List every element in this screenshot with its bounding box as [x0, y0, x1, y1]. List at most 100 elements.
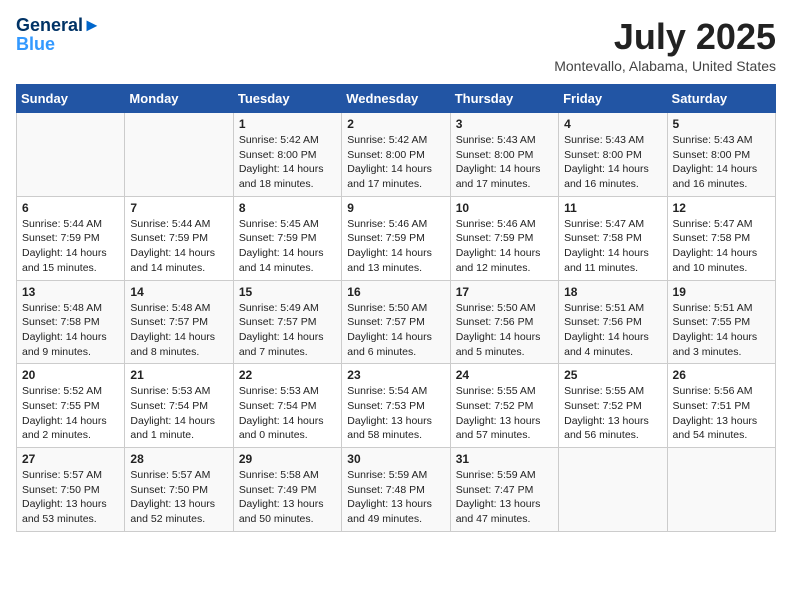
day-info: Daylight: 14 hours and 18 minutes. — [239, 162, 336, 191]
day-number: 5 — [673, 117, 770, 131]
day-number: 14 — [130, 285, 227, 299]
day-number: 24 — [456, 368, 553, 382]
week-row-4: 20Sunrise: 5:52 AMSunset: 7:55 PMDayligh… — [17, 364, 776, 448]
day-info: Daylight: 14 hours and 14 minutes. — [130, 246, 227, 275]
day-header-wednesday: Wednesday — [342, 85, 450, 113]
calendar-cell: 24Sunrise: 5:55 AMSunset: 7:52 PMDayligh… — [450, 364, 558, 448]
calendar-cell: 18Sunrise: 5:51 AMSunset: 7:56 PMDayligh… — [559, 280, 667, 364]
day-number: 2 — [347, 117, 444, 131]
day-info: Daylight: 13 hours and 54 minutes. — [673, 414, 770, 443]
day-info: Sunrise: 5:57 AM — [130, 468, 227, 483]
day-info: Sunrise: 5:42 AM — [239, 133, 336, 148]
day-info: Sunset: 7:49 PM — [239, 483, 336, 498]
day-number: 13 — [22, 285, 119, 299]
day-info: Sunrise: 5:59 AM — [456, 468, 553, 483]
day-number: 9 — [347, 201, 444, 215]
day-info: Daylight: 14 hours and 7 minutes. — [239, 330, 336, 359]
day-info: Sunset: 7:59 PM — [347, 231, 444, 246]
day-info: Daylight: 13 hours and 52 minutes. — [130, 497, 227, 526]
day-info: Sunset: 8:00 PM — [456, 148, 553, 163]
calendar-cell: 9Sunrise: 5:46 AMSunset: 7:59 PMDaylight… — [342, 196, 450, 280]
day-number: 30 — [347, 452, 444, 466]
calendar-cell: 27Sunrise: 5:57 AMSunset: 7:50 PMDayligh… — [17, 448, 125, 532]
calendar-cell: 16Sunrise: 5:50 AMSunset: 7:57 PMDayligh… — [342, 280, 450, 364]
day-info: Sunrise: 5:53 AM — [130, 384, 227, 399]
day-number: 7 — [130, 201, 227, 215]
day-info: Sunrise: 5:42 AM — [347, 133, 444, 148]
week-row-3: 13Sunrise: 5:48 AMSunset: 7:58 PMDayligh… — [17, 280, 776, 364]
day-info: Daylight: 14 hours and 3 minutes. — [673, 330, 770, 359]
day-info: Daylight: 14 hours and 1 minute. — [130, 414, 227, 443]
day-info: Sunrise: 5:50 AM — [347, 301, 444, 316]
calendar-header-row: SundayMondayTuesdayWednesdayThursdayFrid… — [17, 85, 776, 113]
calendar-cell: 6Sunrise: 5:44 AMSunset: 7:59 PMDaylight… — [17, 196, 125, 280]
day-info: Sunrise: 5:53 AM — [239, 384, 336, 399]
page-header: General► Blue July 2025 Montevallo, Alab… — [16, 16, 776, 74]
calendar-cell: 23Sunrise: 5:54 AMSunset: 7:53 PMDayligh… — [342, 364, 450, 448]
day-info: Sunrise: 5:56 AM — [673, 384, 770, 399]
day-info: Sunset: 8:00 PM — [347, 148, 444, 163]
day-number: 18 — [564, 285, 661, 299]
day-header-saturday: Saturday — [667, 85, 775, 113]
location: Montevallo, Alabama, United States — [554, 58, 776, 74]
calendar-cell: 28Sunrise: 5:57 AMSunset: 7:50 PMDayligh… — [125, 448, 233, 532]
day-info: Sunset: 8:00 PM — [564, 148, 661, 163]
day-number: 10 — [456, 201, 553, 215]
calendar-cell: 4Sunrise: 5:43 AMSunset: 8:00 PMDaylight… — [559, 113, 667, 197]
calendar-cell — [17, 113, 125, 197]
day-info: Daylight: 13 hours and 49 minutes. — [347, 497, 444, 526]
day-info: Daylight: 14 hours and 17 minutes. — [456, 162, 553, 191]
week-row-2: 6Sunrise: 5:44 AMSunset: 7:59 PMDaylight… — [17, 196, 776, 280]
calendar-cell: 11Sunrise: 5:47 AMSunset: 7:58 PMDayligh… — [559, 196, 667, 280]
day-number: 29 — [239, 452, 336, 466]
day-info: Sunset: 8:00 PM — [673, 148, 770, 163]
day-info: Daylight: 14 hours and 16 minutes. — [673, 162, 770, 191]
day-info: Daylight: 14 hours and 12 minutes. — [456, 246, 553, 275]
calendar-cell: 5Sunrise: 5:43 AMSunset: 8:00 PMDaylight… — [667, 113, 775, 197]
day-info: Sunrise: 5:46 AM — [456, 217, 553, 232]
day-number: 19 — [673, 285, 770, 299]
day-number: 15 — [239, 285, 336, 299]
day-number: 28 — [130, 452, 227, 466]
calendar-cell: 22Sunrise: 5:53 AMSunset: 7:54 PMDayligh… — [233, 364, 341, 448]
day-info: Daylight: 14 hours and 16 minutes. — [564, 162, 661, 191]
day-number: 6 — [22, 201, 119, 215]
day-info: Sunset: 7:58 PM — [564, 231, 661, 246]
day-info: Sunrise: 5:52 AM — [22, 384, 119, 399]
day-number: 22 — [239, 368, 336, 382]
day-number: 4 — [564, 117, 661, 131]
day-info: Daylight: 14 hours and 15 minutes. — [22, 246, 119, 275]
day-info: Sunrise: 5:48 AM — [22, 301, 119, 316]
day-header-sunday: Sunday — [17, 85, 125, 113]
day-info: Sunset: 7:51 PM — [673, 399, 770, 414]
day-info: Sunset: 7:54 PM — [239, 399, 336, 414]
day-info: Sunset: 7:57 PM — [239, 315, 336, 330]
day-info: Sunset: 7:59 PM — [456, 231, 553, 246]
day-info: Daylight: 14 hours and 9 minutes. — [22, 330, 119, 359]
day-info: Sunrise: 5:51 AM — [673, 301, 770, 316]
day-info: Sunrise: 5:44 AM — [130, 217, 227, 232]
day-info: Daylight: 14 hours and 11 minutes. — [564, 246, 661, 275]
day-number: 1 — [239, 117, 336, 131]
calendar-cell: 20Sunrise: 5:52 AMSunset: 7:55 PMDayligh… — [17, 364, 125, 448]
day-info: Daylight: 13 hours and 50 minutes. — [239, 497, 336, 526]
day-info: Sunrise: 5:54 AM — [347, 384, 444, 399]
day-number: 31 — [456, 452, 553, 466]
day-info: Daylight: 14 hours and 14 minutes. — [239, 246, 336, 275]
day-info: Sunset: 7:56 PM — [456, 315, 553, 330]
day-info: Sunset: 7:56 PM — [564, 315, 661, 330]
day-info: Sunset: 7:55 PM — [22, 399, 119, 414]
day-info: Sunrise: 5:55 AM — [564, 384, 661, 399]
day-number: 16 — [347, 285, 444, 299]
day-number: 8 — [239, 201, 336, 215]
day-info: Sunrise: 5:46 AM — [347, 217, 444, 232]
month-title: July 2025 — [554, 16, 776, 58]
day-info: Sunrise: 5:58 AM — [239, 468, 336, 483]
title-block: July 2025 Montevallo, Alabama, United St… — [554, 16, 776, 74]
week-row-1: 1Sunrise: 5:42 AMSunset: 8:00 PMDaylight… — [17, 113, 776, 197]
day-info: Sunset: 7:59 PM — [130, 231, 227, 246]
calendar-cell: 10 Sunrise: 5:46 AMSunset: 7:59 PMDayligh… — [450, 196, 558, 280]
calendar-cell: 14Sunrise: 5:48 AMSunset: 7:57 PMDayligh… — [125, 280, 233, 364]
calendar-cell: 15Sunrise: 5:49 AMSunset: 7:57 PMDayligh… — [233, 280, 341, 364]
day-info: Sunset: 7:52 PM — [456, 399, 553, 414]
